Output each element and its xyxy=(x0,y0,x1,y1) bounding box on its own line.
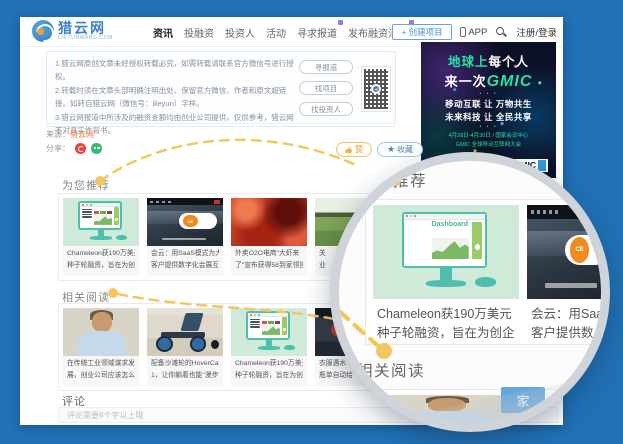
article-thumbnail-chameleon: Dashboard xyxy=(231,308,307,356)
article-card[interactable]: CE 会云：用SaaS模式为大客户提供数字化会展互动 xyxy=(147,198,223,276)
weibo-share-icon[interactable] xyxy=(75,143,86,154)
article-thumbnail-hovercar xyxy=(147,308,223,356)
thumbs-up-icon xyxy=(345,146,353,154)
favorite-button[interactable]: ★ 收藏 xyxy=(377,142,423,157)
article-title: Chameleon获190万美元种子轮融资，旨在为创企 xyxy=(63,246,139,276)
source-link[interactable]: 猎云网 xyxy=(70,130,94,139)
article-title: 在传统工业领域谋求发展，创业公司应该怎么 xyxy=(63,356,139,386)
notice-text: 1.猎云网原创文章未经授权转载必究，如需转载请联系官方微信号进行授权。 2.转载… xyxy=(55,57,295,137)
article-thumbnail-crayfish xyxy=(231,198,307,246)
article-card[interactable]: Dashboard Chameleon获190万美元种子轮融资，旨在为创企 xyxy=(63,198,139,276)
article-card[interactable]: 配备沙滩轮的HoverCar1，让你躺着也能"漫步"沙 xyxy=(147,308,223,386)
article-title: 外卖O2O电商"大虾来了"宣布获得58到家领投) xyxy=(231,246,307,276)
nav-item-news[interactable]: 资讯 xyxy=(153,25,173,40)
reprint-notice-box: 1.猎云网原创文章未经授权转载必究，如需转载请联系官方微信号进行授权。 2.转载… xyxy=(46,51,396,127)
find-project-button[interactable]: 找项目 xyxy=(299,81,353,95)
nav-item-investment[interactable]: 投融资 xyxy=(184,25,214,40)
article-card[interactable]: 在传统工业领域谋求发展，创业公司应该怎么 xyxy=(63,308,139,386)
banner-dots: • • • xyxy=(479,91,497,98)
notice-line: 1.猎云网原创文章未经授权转载必究，如需转载请联系官方微信号进行授权。 xyxy=(55,57,295,84)
nav-item-seek-coverage[interactable]: 寻求报道 xyxy=(297,25,337,40)
banner-line3: 移动互联 让 万物共生 xyxy=(445,98,532,111)
banner-line2: 来一次GMIC xyxy=(445,71,533,91)
recommend-section-title: 为您推荐 xyxy=(62,177,110,193)
article-thumbnail-expo: CE xyxy=(147,198,223,246)
divider xyxy=(46,123,396,124)
qr-center-logo xyxy=(371,84,381,94)
phone-icon xyxy=(460,27,466,37)
register-login-link[interactable]: 注册/登录 xyxy=(516,25,557,39)
notification-badge xyxy=(338,20,343,25)
source-row: 来源：猎云网 xyxy=(46,129,94,140)
star-icon: ★ xyxy=(387,144,395,155)
site-logo[interactable]: 猎云网 LIEYUNWANG.COM xyxy=(32,20,113,42)
search-icon[interactable] xyxy=(496,27,507,38)
logo-subtext: LIEYUNWANG.COM xyxy=(58,35,113,41)
banner-dots: • • • xyxy=(479,124,497,131)
article-card[interactable]: 外卖O2O电商"大虾来了"宣布获得58到家领投) xyxy=(231,198,307,276)
nav-item-investors[interactable]: 投资人 xyxy=(225,25,255,40)
create-project-button[interactable]: + 创建项目 xyxy=(392,24,452,40)
logo-text: 猎云网 xyxy=(58,21,113,35)
article-thumbnail-man xyxy=(63,308,139,356)
seek-report-button[interactable]: 寻报道 xyxy=(299,60,353,74)
article-title: Chameleon获190万美元种子轮融资，旨在为创企 xyxy=(231,356,307,386)
nav-item-events[interactable]: 活动 xyxy=(266,25,286,40)
banner-line1: 地球上每个人 xyxy=(448,51,529,70)
banner-line4: 未来科技 让 全民共享 xyxy=(445,111,532,124)
wechat-share-icon[interactable] xyxy=(91,143,102,154)
magnifier-lens: 为您推荐 Dashboard Chameleon获190万美元 种子轮融资，旨在… xyxy=(330,152,610,432)
share-row: 分享： xyxy=(46,143,102,154)
article-card[interactable]: Dashboard Chameleon获190万美元种子轮融资，旨在为创企 xyxy=(231,308,307,386)
article-thumbnail-chameleon: Dashboard xyxy=(63,198,139,246)
source-label: 来源： xyxy=(46,130,70,139)
banner-event-name: GMIC 全球移动互联网大会 xyxy=(456,141,521,149)
find-investor-button[interactable]: 找投资人 xyxy=(299,102,353,116)
article-title: 会云：用SaaS模式为大客户提供数字化会展互动 xyxy=(147,246,223,276)
notice-buttons: 寻报道 找项目 找投资人 xyxy=(299,60,353,116)
banner-date: 4月28日-4月30日 / 国家会议中心 xyxy=(449,132,529,140)
lieyun-logo-icon xyxy=(32,20,54,42)
qr-image xyxy=(361,66,391,112)
screenshot-stage: 猎云网 LIEYUNWANG.COM 资讯 投融资 投资人 活动 寻求报道 发布… xyxy=(0,0,623,444)
app-download-link[interactable]: APP xyxy=(460,27,487,38)
notice-line: 2.转载时须在文章头部明确注明出处、保留官方微信、作者和原文超链接。如转自猎云网… xyxy=(55,84,295,111)
article-title: 配备沙滩轮的HoverCar1，让你躺着也能"漫步"沙 xyxy=(147,356,223,386)
wechat-qr-code xyxy=(361,60,391,118)
like-button[interactable]: 赞 xyxy=(336,142,372,157)
share-label: 分享： xyxy=(46,143,70,154)
